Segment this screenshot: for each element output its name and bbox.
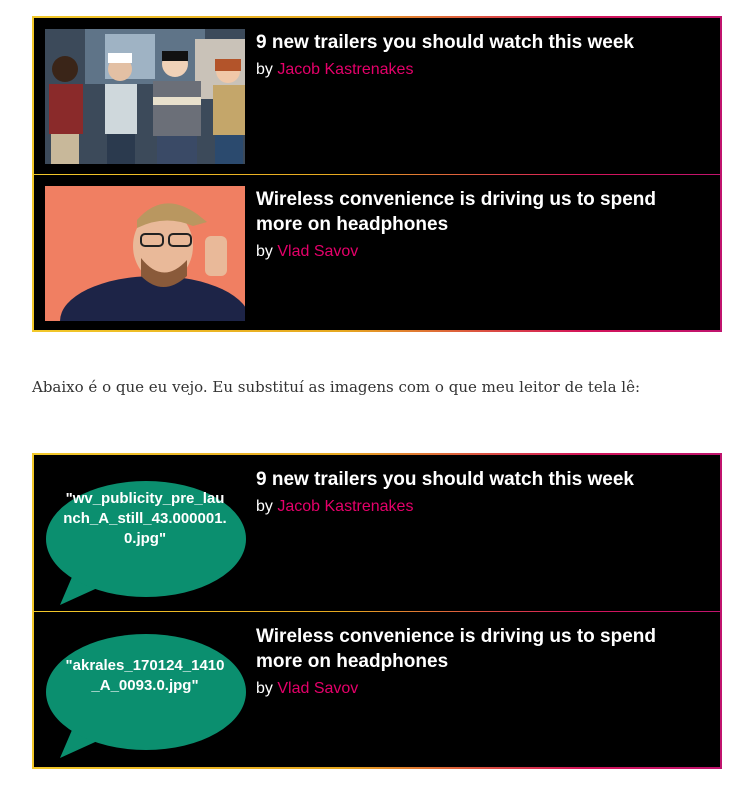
author-link[interactable]: Vlad Savov: [277, 680, 358, 697]
byline: by Vlad Savov: [256, 243, 359, 260]
byline: by Vlad Savov: [256, 680, 359, 697]
article-thumbnail[interactable]: [45, 29, 245, 164]
speech-bubble: "wv_publicity_pre_launch_A_still_43.0000…: [42, 473, 257, 613]
speech-bubble: "akrales_170124_1410_A_0093.0.jpg": [42, 626, 257, 766]
caption-text: Abaixo é o que eu vejo. Eu substituí as …: [32, 378, 641, 396]
image-alt-text: "akrales_170124_1410_A_0093.0.jpg": [65, 657, 225, 694]
image-alt-text: "wv_publicity_pre_launch_A_still_43.0000…: [63, 490, 227, 547]
article-list-original: 9 new trailers you should watch this wee…: [32, 16, 722, 332]
article-title[interactable]: Wireless convenience is driving us to sp…: [256, 187, 696, 237]
author-link[interactable]: Jacob Kastrenakes: [277, 498, 413, 515]
article-row[interactable]: "akrales_170124_1410_A_0093.0.jpg" Wirel…: [34, 612, 720, 768]
article-title[interactable]: 9 new trailers you should watch this wee…: [256, 30, 696, 55]
byline: by Jacob Kastrenakes: [256, 61, 414, 78]
article-row[interactable]: Wireless convenience is driving us to sp…: [34, 175, 720, 331]
author-link[interactable]: Vlad Savov: [277, 243, 358, 260]
article-row[interactable]: "wv_publicity_pre_launch_A_still_43.0000…: [34, 455, 720, 611]
author-link[interactable]: Jacob Kastrenakes: [277, 61, 413, 78]
article-row[interactable]: 9 new trailers you should watch this wee…: [34, 18, 720, 174]
byline: by Jacob Kastrenakes: [256, 498, 414, 515]
article-title[interactable]: Wireless convenience is driving us to sp…: [256, 624, 696, 674]
article-title[interactable]: 9 new trailers you should watch this wee…: [256, 467, 696, 492]
article-list-screen-reader: "wv_publicity_pre_launch_A_still_43.0000…: [32, 453, 722, 769]
article-thumbnail[interactable]: [45, 186, 245, 321]
